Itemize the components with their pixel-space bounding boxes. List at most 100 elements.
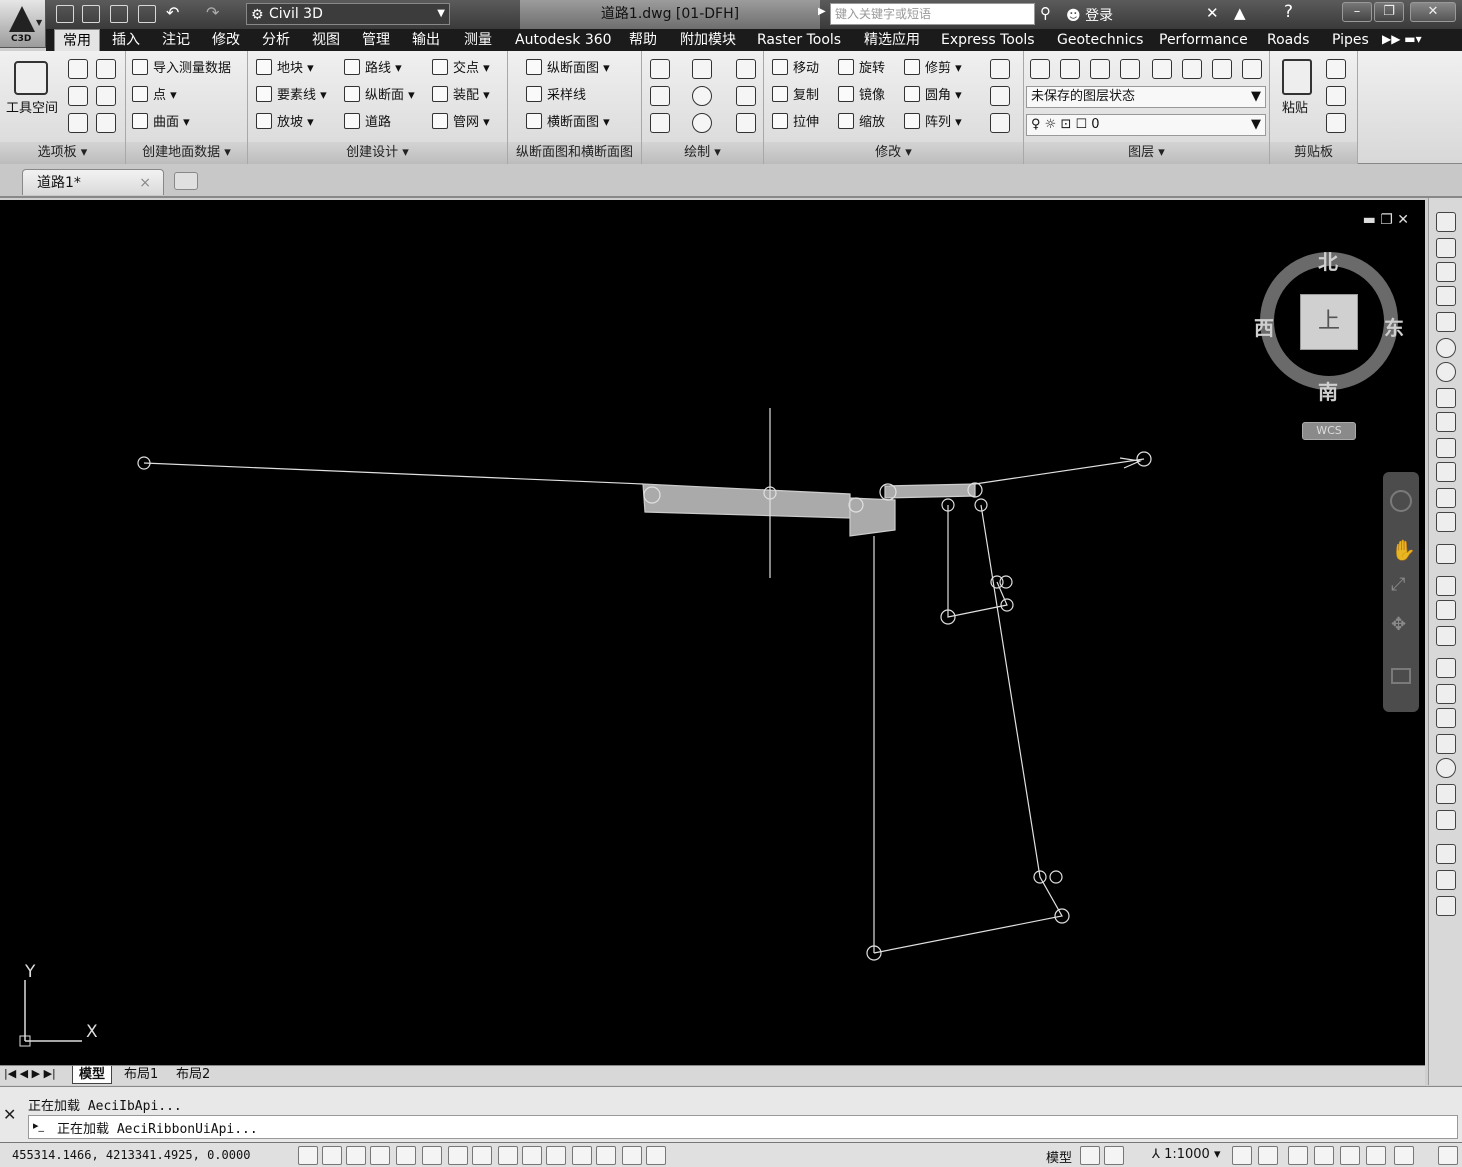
palette-tool-icon[interactable]	[1436, 708, 1456, 728]
binoculars-icon[interactable]: ⚲	[1040, 4, 1051, 22]
polar-tracking-icon[interactable]	[396, 1146, 416, 1165]
tab-help[interactable]: 帮助	[621, 29, 665, 51]
palette-tool-icon[interactable]	[1436, 412, 1456, 432]
layer-unlock-icon[interactable]	[1242, 59, 1262, 79]
redo-icon[interactable]: ↷	[206, 3, 219, 22]
coordinate-readout[interactable]: 455314.1466, 4213341.4925, 0.0000	[12, 1148, 250, 1162]
tab-manage[interactable]: 管理	[354, 29, 398, 51]
new-file-icon[interactable]	[56, 5, 74, 23]
panel-title-clipboard[interactable]: 剪贴板	[1270, 142, 1357, 164]
3d-object-snap-icon[interactable]	[448, 1146, 468, 1165]
toolpalette-icon[interactable]	[96, 59, 116, 79]
palette-tool-icon[interactable]	[1436, 512, 1456, 532]
lineweight-icon[interactable]	[546, 1146, 566, 1165]
autodesk-360-icon[interactable]: ▲	[1234, 4, 1246, 22]
stretch-button[interactable]: 拉伸	[772, 112, 819, 134]
tab-roads[interactable]: Roads	[1259, 29, 1317, 51]
layer-off-icon[interactable]	[1182, 59, 1202, 79]
palette-tool-icon[interactable]	[1436, 212, 1456, 232]
grading-button[interactable]: 放坡 ▾	[256, 112, 314, 134]
surfaces-button[interactable]: 曲面 ▾	[132, 112, 190, 134]
scale-button[interactable]: 缩放	[838, 112, 885, 134]
move-button[interactable]: 移动	[772, 58, 819, 80]
layer-properties-icon[interactable]	[1030, 59, 1050, 79]
panel-title-modify[interactable]: 修改 ▾	[764, 142, 1023, 164]
toolbar-lock-icon[interactable]	[1314, 1146, 1334, 1165]
layer-previous-icon[interactable]	[1090, 59, 1110, 79]
panel-title-ground[interactable]: 创建地面数据 ▾	[126, 142, 247, 164]
pipe-network-button[interactable]: 管网 ▾	[432, 112, 490, 134]
palette-tool-icon[interactable]	[1436, 388, 1456, 408]
panorama-icon[interactable]	[68, 113, 88, 133]
mirror-button[interactable]: 镜像	[838, 85, 885, 107]
dynamic-input-icon[interactable]	[522, 1146, 542, 1165]
clean-screen-icon[interactable]	[1438, 1146, 1458, 1165]
circle-icon[interactable]	[692, 86, 712, 106]
snap-mode-icon[interactable]	[322, 1146, 342, 1165]
status-menu-icon[interactable]	[1394, 1146, 1414, 1165]
panel-title-palettes[interactable]: 选项板 ▾	[0, 142, 125, 164]
file-tab-road1[interactable]: 道路1* ×	[22, 169, 164, 195]
palette-tool-icon[interactable]	[1436, 362, 1456, 382]
cut-icon[interactable]	[1326, 59, 1346, 79]
panel-title-profile-section[interactable]: 纵断面图和横断面图	[508, 142, 641, 164]
offset-icon[interactable]	[990, 86, 1010, 106]
viewcube-north[interactable]: 北	[1318, 246, 1338, 275]
wcs-menu[interactable]: WCS	[1302, 422, 1356, 440]
layers-palette-icon[interactable]	[96, 113, 116, 133]
palette-tool-icon[interactable]	[1436, 438, 1456, 458]
workspace-selector[interactable]: ⚙ Civil 3D ▼	[246, 3, 450, 25]
ortho-mode-icon[interactable]	[370, 1146, 390, 1165]
close-icon[interactable]: ✕	[3, 1105, 16, 1124]
corridor-button[interactable]: 道路	[344, 112, 391, 134]
tab-express-tools[interactable]: Express Tools	[933, 29, 1043, 51]
panel-title-draw[interactable]: 绘制 ▾	[642, 142, 763, 164]
palette-tool-icon[interactable]	[1436, 844, 1456, 864]
palette-tool-icon[interactable]	[1436, 338, 1456, 358]
palette-tool-icon[interactable]	[1436, 810, 1456, 830]
tools-icon[interactable]	[68, 86, 88, 106]
toolspace-icon[interactable]	[14, 61, 48, 95]
palette-tool-icon[interactable]	[1436, 462, 1456, 482]
tab-model[interactable]: 模型	[72, 1066, 113, 1084]
grid-display-icon[interactable]	[346, 1146, 366, 1165]
layer-isolate-icon[interactable]	[1120, 59, 1140, 79]
palette-tool-icon[interactable]	[1436, 286, 1456, 306]
tab-geotechnics[interactable]: Geotechnics	[1049, 29, 1151, 51]
close-button[interactable]: ✕	[1410, 2, 1456, 22]
tab-addins[interactable]: 附加模块	[672, 29, 744, 51]
palette-tool-icon[interactable]	[1436, 262, 1456, 282]
polyline-icon[interactable]	[692, 59, 712, 79]
open-file-icon[interactable]	[82, 5, 100, 23]
sample-lines-button[interactable]: 采样线	[526, 85, 586, 107]
layer-select[interactable]: ♀ ☼ ⊡ ☐ 0 ▼	[1026, 114, 1266, 136]
viewcube-east[interactable]: 东	[1384, 312, 1404, 341]
rotate-button[interactable]: 旋转	[838, 58, 885, 80]
toolspace-label[interactable]: 工具空间	[6, 98, 58, 120]
tab-analyze[interactable]: 分析	[254, 29, 298, 51]
layer-state-select[interactable]: 未保存的图层状态 ▼	[1026, 86, 1266, 108]
object-snap-tracking-icon[interactable]	[472, 1146, 492, 1165]
palette-tool-icon[interactable]	[1436, 734, 1456, 754]
close-icon[interactable]: ×	[139, 170, 151, 196]
arc-icon[interactable]	[736, 59, 756, 79]
panel-title-design[interactable]: 创建设计 ▾	[248, 142, 507, 164]
erase-icon[interactable]	[990, 59, 1010, 79]
tab-home[interactable]: 常用	[54, 29, 100, 51]
import-survey-button[interactable]: 导入测量数据	[132, 58, 231, 80]
quick-view-drawings-icon[interactable]	[1104, 1146, 1124, 1165]
feature-line-button[interactable]: 要素线 ▾	[256, 85, 327, 107]
tab-survey[interactable]: 测量	[456, 29, 500, 51]
panel-title-layers[interactable]: 图层 ▾	[1024, 142, 1269, 164]
spline-icon[interactable]	[650, 113, 670, 133]
palette-tool-icon[interactable]	[1436, 758, 1456, 778]
section-views-button[interactable]: 横断面图 ▾	[526, 112, 610, 134]
viewcube-west[interactable]: 西	[1254, 312, 1274, 341]
profile-button[interactable]: 纵断面 ▾	[344, 85, 415, 107]
tab-pipes[interactable]: Pipes	[1324, 29, 1377, 51]
tab-view[interactable]: 视图	[304, 29, 348, 51]
profile-view-button[interactable]: 纵断面图 ▾	[526, 58, 610, 80]
tab-performance[interactable]: Performance	[1151, 29, 1256, 51]
palette-tool-icon[interactable]	[1436, 626, 1456, 646]
application-menu-button[interactable]: C3D ▼	[0, 0, 46, 48]
